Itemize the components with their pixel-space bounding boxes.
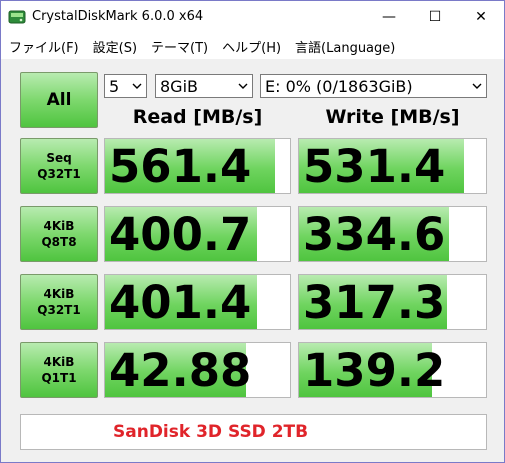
test-seq-q32t1-button[interactable]: Seq Q32T1 (20, 138, 98, 194)
app-disk-icon (8, 10, 26, 24)
chevron-down-icon (132, 83, 142, 89)
test-label-line2: Q32T1 (37, 303, 81, 317)
test-label-line1: 4KiB (43, 287, 75, 301)
write-result-cell: 139.2 (298, 342, 487, 398)
test-4kib-q1t1-button[interactable]: 4KiB Q1T1 (20, 342, 98, 398)
test-4kib-q32t1-button[interactable]: 4KiB Q32T1 (20, 274, 98, 330)
size-value: 8GiB (160, 76, 198, 96)
read-result-value: 401.4 (109, 276, 252, 329)
size-select[interactable]: 8GiB (155, 74, 253, 98)
minimize-button[interactable]: — (366, 1, 412, 33)
menu-help[interactable]: ヘルプ(H) (214, 37, 287, 56)
read-result-value: 42.88 (109, 344, 252, 397)
app-window: CrystalDiskMark 6.0.0 x64 — ☐ ✕ ファイル(F) … (0, 0, 505, 463)
write-result-cell: 531.4 (298, 138, 487, 194)
comment-field[interactable]: SanDisk 3D SSD 2TB (20, 414, 487, 450)
read-result-value: 400.7 (109, 208, 252, 261)
menu-bar: ファイル(F) 設定(S) テーマ(T) ヘルプ(H) 言語(Language) (1, 33, 504, 59)
chevron-down-icon (238, 83, 248, 89)
menu-theme[interactable]: テーマ(T) (143, 37, 214, 56)
test-4kib-q8t8-button[interactable]: 4KiB Q8T8 (20, 206, 98, 262)
menu-settings[interactable]: 設定(S) (85, 37, 143, 56)
test-label-line2: Q32T1 (37, 167, 81, 181)
test-label-line2: Q1T1 (41, 371, 77, 385)
write-header: Write [MB/s] (325, 106, 460, 128)
read-result-cell: 400.7 (104, 206, 291, 262)
window-title: CrystalDiskMark 6.0.0 x64 (32, 9, 204, 24)
write-result-value: 317.3 (303, 276, 446, 329)
write-result-cell: 317.3 (298, 274, 487, 330)
read-result-cell: 401.4 (104, 274, 291, 330)
main-panel: All 5 8GiB E: 0% (0/1863GiB) Read [MB/s]… (1, 59, 504, 462)
write-result-cell: 334.6 (298, 206, 487, 262)
test-label-line1: Seq (46, 151, 72, 165)
close-button[interactable]: ✕ (458, 1, 504, 33)
menu-file[interactable]: ファイル(F) (1, 37, 85, 56)
write-result-value: 531.4 (303, 140, 446, 193)
read-result-cell: 561.4 (104, 138, 291, 194)
chevron-down-icon (472, 83, 482, 89)
runs-select[interactable]: 5 (104, 74, 147, 98)
runs-value: 5 (109, 76, 120, 96)
menu-language[interactable]: 言語(Language) (287, 37, 401, 56)
read-header: Read [MB/s] (132, 106, 263, 128)
title-bar[interactable]: CrystalDiskMark 6.0.0 x64 — ☐ ✕ (1, 1, 504, 33)
read-result-cell: 42.88 (104, 342, 291, 398)
maximize-button[interactable]: ☐ (412, 1, 458, 33)
test-label-line2: Q8T8 (41, 235, 77, 249)
all-button[interactable]: All (20, 72, 98, 128)
write-result-value: 334.6 (303, 208, 446, 261)
drive-value: E: 0% (0/1863GiB) (265, 76, 413, 96)
read-result-value: 561.4 (109, 140, 252, 193)
write-result-value: 139.2 (303, 344, 446, 397)
test-label-line1: 4KiB (43, 355, 75, 369)
drive-select[interactable]: E: 0% (0/1863GiB) (260, 74, 487, 98)
test-label-line1: 4KiB (43, 219, 75, 233)
